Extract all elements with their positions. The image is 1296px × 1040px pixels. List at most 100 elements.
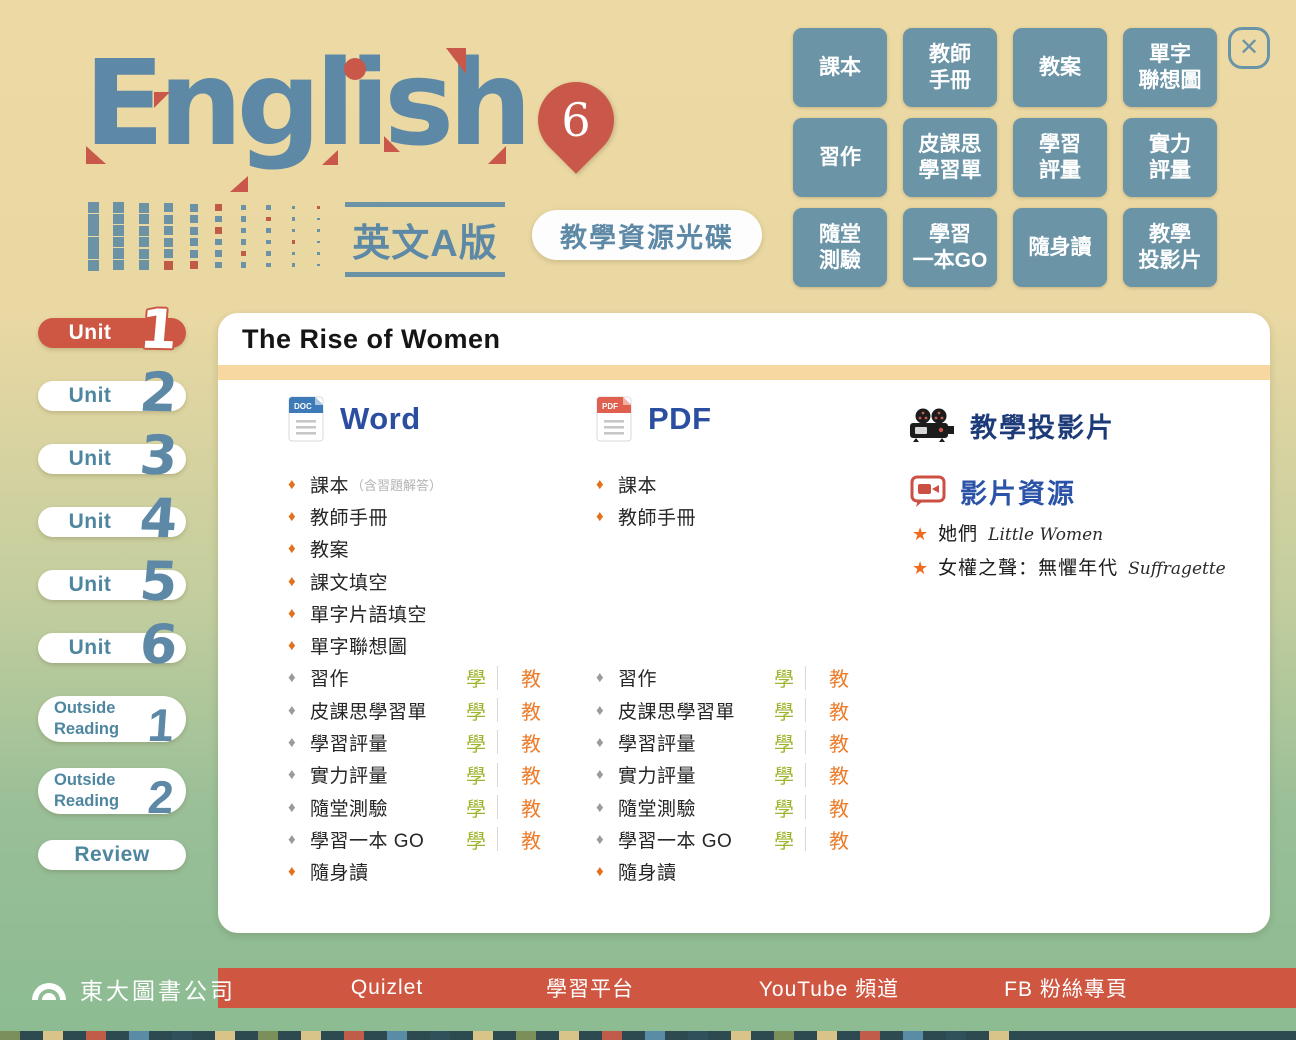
pdf-heading: PDF [648, 401, 712, 437]
unit-label: Unit [69, 636, 112, 660]
student-version-link[interactable]: 學 [466, 728, 486, 757]
footer-link[interactable]: 學習平台 [546, 968, 634, 1008]
word-heading: Word [340, 401, 421, 437]
teacher-version-link[interactable]: 教 [829, 728, 849, 757]
teacher-version-link[interactable]: 教 [521, 728, 541, 757]
diamond-bullet-icon: ♦ [596, 799, 612, 816]
publisher-logo: 東大圖書公司 [28, 972, 236, 1006]
top-menu-button[interactable]: 單字 聯想圖 [1123, 28, 1217, 107]
resource-item[interactable]: ♦教師手冊 [596, 500, 896, 532]
svg-text:DOC: DOC [294, 402, 312, 411]
teaching-slides-button[interactable]: 教學投影片 [908, 408, 1115, 442]
unit-number: 2 [139, 370, 180, 414]
resource-label: 課本 [618, 471, 657, 498]
resource-item[interactable]: ♦隨身讀 [596, 856, 896, 888]
resource-item[interactable]: ♦課文填空 [288, 565, 588, 597]
edition-label-box: 英文A版 [345, 202, 505, 277]
student-version-link[interactable]: 學 [466, 696, 486, 725]
student-version-link[interactable]: 學 [466, 825, 486, 854]
sidebar-outside-reading-1[interactable]: OutsideReading1 [38, 696, 186, 742]
footer-link[interactable]: FB 粉絲專頁 [1004, 968, 1128, 1008]
resource-label: 習作 [618, 664, 657, 691]
diamond-bullet-icon: ♦ [596, 831, 612, 848]
resource-item[interactable]: ♦教師手冊 [288, 500, 588, 532]
resource-label: 教師手冊 [310, 503, 388, 530]
close-button[interactable]: ✕ [1228, 27, 1270, 69]
svg-text:PDF: PDF [602, 402, 618, 411]
top-menu-button[interactable]: 課本 [793, 28, 887, 107]
diamond-bullet-icon: ♦ [288, 863, 304, 880]
sidebar-unit-6[interactable]: Unit6 [38, 633, 186, 663]
resource-item: ♦學習評量學教 [288, 726, 588, 758]
resource-item[interactable]: ♦單字片語填空 [288, 597, 588, 629]
resource-item[interactable]: ♦課本（含習題解答） [288, 468, 588, 500]
resource-item[interactable]: ♦單字聯想圖 [288, 629, 588, 661]
video-item[interactable]: ★女權之聲：無懼年代Suffragette [912, 553, 1226, 581]
top-menu-button[interactable]: 教學 投影片 [1123, 208, 1217, 287]
diamond-bullet-icon: ♦ [288, 637, 304, 654]
resource-item: ♦學習一本 GO學教 [596, 823, 896, 855]
teacher-version-link[interactable]: 教 [521, 793, 541, 822]
top-menu-button[interactable]: 教案 [1013, 28, 1107, 107]
unit-title: The Rise of Women [242, 324, 501, 355]
video-title-zh: 女權之聲：無懼年代 [938, 553, 1118, 580]
student-version-link[interactable]: 學 [466, 793, 486, 822]
resource-item[interactable]: ♦隨身讀 [288, 856, 588, 888]
top-menu-button[interactable]: 隨身讀 [1013, 208, 1107, 287]
word-resource-list: ♦課本（含習題解答）♦教師手冊♦教案♦課文填空♦單字片語填空♦單字聯想圖♦習作學… [288, 468, 588, 888]
resource-item: ♦學習一本 GO學教 [288, 823, 588, 855]
sidebar-unit-5[interactable]: Unit5 [38, 570, 186, 600]
resource-label: 學習評量 [618, 729, 696, 756]
sidebar-unit-3[interactable]: Unit3 [38, 444, 186, 474]
top-menu-button[interactable]: 隨堂 測驗 [793, 208, 887, 287]
student-version-link[interactable]: 學 [466, 663, 486, 692]
student-version-link[interactable]: 學 [774, 728, 794, 757]
teacher-version-link[interactable]: 教 [521, 760, 541, 789]
student-version-link[interactable]: 學 [774, 663, 794, 692]
sidebar-review[interactable]: Review [38, 840, 186, 870]
student-version-link[interactable]: 學 [774, 696, 794, 725]
diamond-bullet-icon: ♦ [288, 573, 304, 590]
sidebar-unit-2[interactable]: Unit2 [38, 381, 186, 411]
resource-label: 實力評量 [618, 761, 696, 788]
diamond-bullet-icon: ♦ [288, 734, 304, 751]
teacher-version-link[interactable]: 教 [521, 696, 541, 725]
teacher-version-link[interactable]: 教 [829, 663, 849, 692]
student-version-link[interactable]: 學 [774, 793, 794, 822]
student-version-link[interactable]: 學 [774, 760, 794, 789]
footer-link[interactable]: YouTube 頻道 [759, 968, 899, 1008]
version-divider [805, 730, 806, 754]
resource-item: ♦隨堂測驗學教 [596, 791, 896, 823]
footer-link[interactable]: Quizlet [351, 968, 423, 1008]
sidebar-unit-4[interactable]: Unit4 [38, 507, 186, 537]
sidebar-outside-reading-2[interactable]: OutsideReading2 [38, 768, 186, 814]
footer-link-bar: Quizlet 學習平台 YouTube 頻道 FB 粉絲專頁 [218, 968, 1296, 1008]
teacher-version-link[interactable]: 教 [829, 825, 849, 854]
video-item[interactable]: ★她們Little Women [912, 519, 1226, 547]
top-menu-button[interactable]: 實力 評量 [1123, 118, 1217, 197]
teacher-version-link[interactable]: 教 [829, 760, 849, 789]
video-camera-bubble-icon [910, 475, 946, 507]
top-menu-button[interactable]: 學習 一本GO [903, 208, 997, 287]
resource-item[interactable]: ♦課本 [596, 468, 896, 500]
video-resources-label: 影片資源 [960, 472, 1076, 511]
diamond-bullet-icon: ♦ [288, 799, 304, 816]
diamond-bullet-icon: ♦ [596, 863, 612, 880]
teacher-version-link[interactable]: 教 [521, 825, 541, 854]
student-version-link[interactable]: 學 [774, 825, 794, 854]
teacher-version-link[interactable]: 教 [829, 696, 849, 725]
resource-item[interactable]: ♦教案 [288, 533, 588, 565]
top-menu-button[interactable]: 皮課思 學習單 [903, 118, 997, 197]
top-menu-button[interactable]: 教師 手冊 [903, 28, 997, 107]
resource-label: 隨堂測驗 [310, 794, 388, 821]
star-icon: ★ [912, 524, 928, 545]
top-menu-button[interactable]: 學習 評量 [1013, 118, 1107, 197]
sidebar-unit-1[interactable]: Unit1 [38, 318, 186, 348]
student-version-link[interactable]: 學 [466, 760, 486, 789]
disc-title: 教學資源光碟 [560, 216, 734, 255]
teacher-version-link[interactable]: 教 [521, 663, 541, 692]
version-divider [497, 666, 498, 690]
top-menu-button[interactable]: 習作 [793, 118, 887, 197]
diamond-bullet-icon: ♦ [288, 605, 304, 622]
teacher-version-link[interactable]: 教 [829, 793, 849, 822]
